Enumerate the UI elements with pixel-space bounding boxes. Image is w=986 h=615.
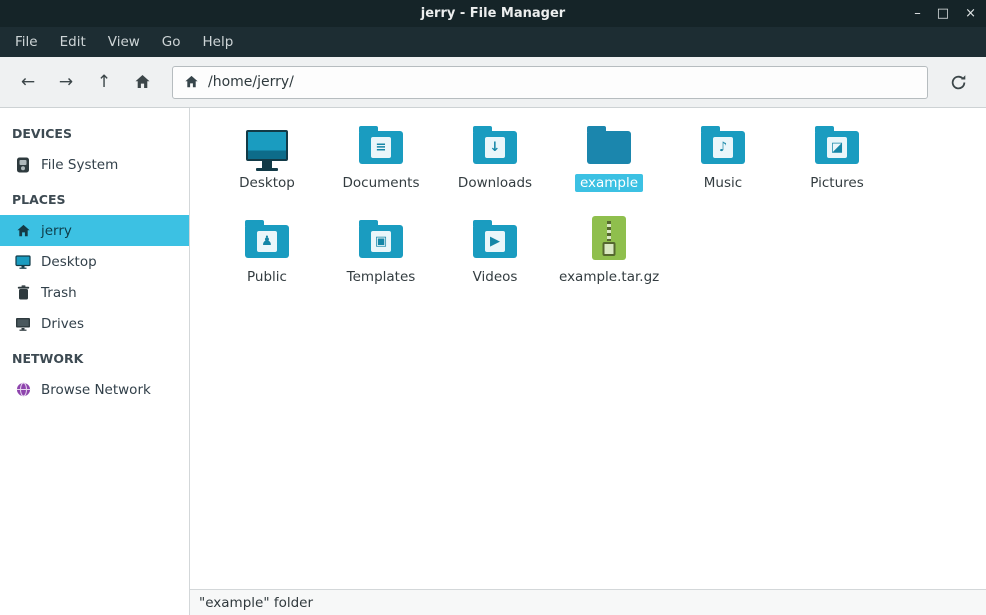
drives-icon [15,316,31,332]
sidebar-item-label: jerry [41,223,72,239]
reload-icon [950,74,967,91]
sidebar-item-trash[interactable]: Trash [0,277,189,308]
up-icon: ↑ [97,72,111,92]
network-icon [15,382,31,398]
music-emblem-icon: ♪ [713,137,733,158]
file-label: Desktop [234,174,300,192]
file-label: Public [242,268,292,286]
desktop-icon [15,254,31,270]
window-controls: – □ × [914,0,976,27]
file-system-icon [15,157,31,173]
content-area: DEVICES File System PLACES jerry Desktop [0,108,986,615]
forward-icon: → [59,72,73,92]
back-button[interactable]: ← [10,64,46,100]
file-item-templates[interactable]: ▣ Templates [324,214,438,306]
menu-view[interactable]: View [97,27,151,57]
document-emblem-icon: ≡ [371,137,391,158]
reload-button[interactable] [940,64,976,100]
file-label: Templates [342,268,421,286]
file-grid[interactable]: Desktop ≡ Documents ↓ Downloads [190,108,986,589]
menu-help[interactable]: Help [192,27,245,57]
path-home-icon [184,75,199,89]
minimize-icon[interactable]: – [914,7,921,20]
sidebar: DEVICES File System PLACES jerry Desktop [0,108,190,615]
file-item-desktop[interactable]: Desktop [210,120,324,212]
folder-videos-icon: ▶ [471,214,519,262]
file-label: Videos [468,268,523,286]
download-emblem-icon: ↓ [485,137,505,158]
sidebar-item-drives[interactable]: Drives [0,308,189,339]
desktop-icon [243,120,291,168]
menu-go[interactable]: Go [151,27,192,57]
file-item-example[interactable]: example [552,120,666,212]
archive-icon [585,214,633,262]
close-icon[interactable]: × [965,7,976,20]
sidebar-item-label: Desktop [41,254,97,270]
file-item-music[interactable]: ♪ Music [666,120,780,212]
picture-emblem-icon: ◪ [827,137,847,158]
sidebar-item-label: Trash [41,285,77,301]
statusbar-text: "example" folder [199,595,313,611]
sidebar-item-jerry[interactable]: jerry [0,215,189,246]
folder-icon [585,120,633,168]
back-icon: ← [21,72,35,92]
sidebar-item-label: Drives [41,316,84,332]
file-label-selected: example [575,174,643,192]
statusbar: "example" folder [190,589,986,615]
sidebar-heading-network: NETWORK [0,339,189,374]
file-item-public[interactable]: ♟ Public [210,214,324,306]
sidebar-item-label: Browse Network [41,382,151,398]
menubar: File Edit View Go Help [0,27,986,57]
folder-public-icon: ♟ [243,214,291,262]
file-item-documents[interactable]: ≡ Documents [324,120,438,212]
video-emblem-icon: ▶ [485,231,505,252]
folder-templates-icon: ▣ [357,214,405,262]
main-panel: Desktop ≡ Documents ↓ Downloads [190,108,986,615]
titlebar: jerry - File Manager – □ × [0,0,986,27]
sidebar-item-browse-network[interactable]: Browse Network [0,374,189,405]
folder-music-icon: ♪ [699,120,747,168]
trash-icon [15,285,31,301]
file-item-videos[interactable]: ▶ Videos [438,214,552,306]
file-label: Pictures [805,174,868,192]
sidebar-item-desktop[interactable]: Desktop [0,246,189,277]
folder-pictures-icon: ◪ [813,120,861,168]
forward-button[interactable]: → [48,64,84,100]
sidebar-heading-places: PLACES [0,180,189,215]
file-label: example.tar.gz [554,268,664,286]
toolbar: ← → ↑ /home/jerry/ [0,57,986,108]
window-title: jerry - File Manager [421,6,565,21]
up-button[interactable]: ↑ [86,64,122,100]
template-emblem-icon: ▣ [371,231,391,252]
file-item-example-tar-gz[interactable]: example.tar.gz [552,214,666,306]
path-bar[interactable]: /home/jerry/ [172,66,928,99]
menu-edit[interactable]: Edit [49,27,97,57]
sidebar-item-label: File System [41,157,118,173]
folder-downloads-icon: ↓ [471,120,519,168]
file-label: Documents [338,174,425,192]
file-item-pictures[interactable]: ◪ Pictures [780,120,894,212]
sidebar-heading-devices: DEVICES [0,114,189,149]
file-label: Music [699,174,747,192]
file-label: Downloads [453,174,537,192]
home-button[interactable] [124,64,160,100]
folder-documents-icon: ≡ [357,120,405,168]
maximize-icon[interactable]: □ [937,7,949,20]
home-icon [134,74,151,90]
menu-file[interactable]: File [4,27,49,57]
person-emblem-icon: ♟ [257,231,277,252]
file-manager-window: jerry - File Manager – □ × File Edit Vie… [0,0,986,615]
home-icon [15,223,31,239]
file-item-downloads[interactable]: ↓ Downloads [438,120,552,212]
path-text: /home/jerry/ [208,74,294,90]
sidebar-item-file-system[interactable]: File System [0,149,189,180]
